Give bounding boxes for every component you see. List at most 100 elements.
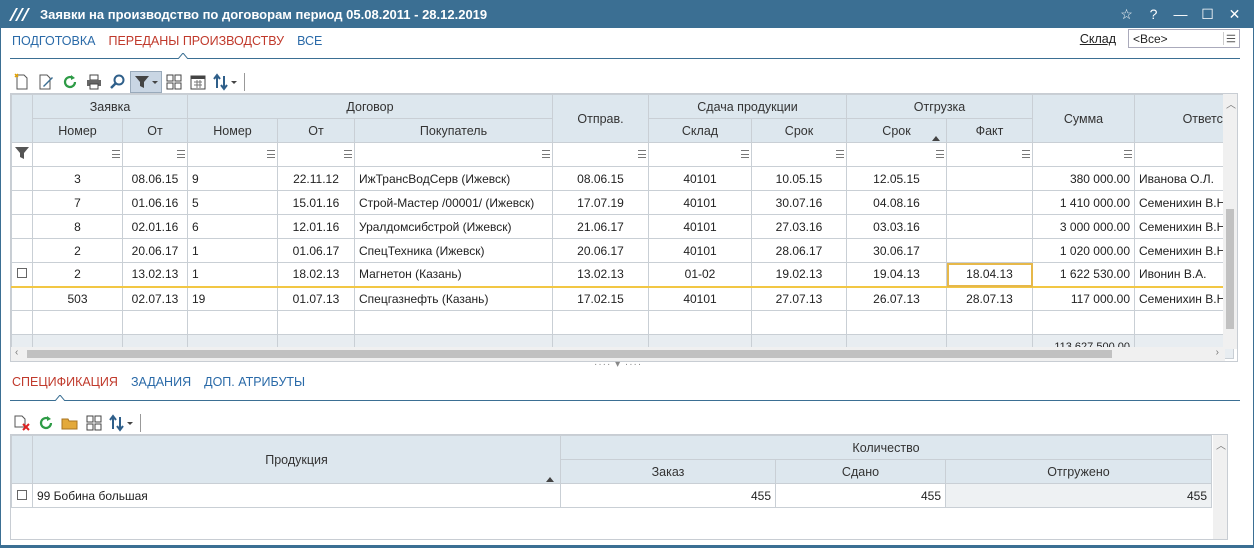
cell-summa[interactable]: 117 000.00 bbox=[1032, 286, 1135, 311]
filter-z-nomer[interactable] bbox=[32, 142, 123, 167]
cell-pokupatel[interactable]: Спецгазнефть (Казань) bbox=[354, 286, 553, 311]
close-icon[interactable]: ✕ bbox=[1221, 0, 1248, 28]
cell-summa[interactable]: 380 000.00 bbox=[1032, 166, 1135, 191]
row-marker-cell[interactable] bbox=[11, 262, 33, 288]
cell-z-ot[interactable]: 01.06.16 bbox=[122, 190, 188, 215]
row-marker-cell[interactable] bbox=[11, 190, 33, 215]
cell-o-srok[interactable]: 03.03.16 bbox=[846, 214, 947, 239]
scroll-up-icon[interactable]: ︿ bbox=[1216, 437, 1226, 452]
table-row[interactable]: 8 02.01.16 6 12.01.16 Уралдомсибстрой (Ижевс… bbox=[11, 214, 1234, 239]
header-otvet[interactable]: Ответст bbox=[1134, 94, 1234, 143]
filter-menu-icon[interactable] bbox=[344, 150, 352, 158]
scroll-left-icon[interactable]: ‹ bbox=[15, 347, 18, 358]
header-summa[interactable]: Сумма bbox=[1032, 94, 1135, 143]
cell-otvet[interactable]: Семенихин В.Н. bbox=[1134, 190, 1234, 215]
filter-summa[interactable] bbox=[1032, 142, 1135, 167]
cell-z-nomer[interactable]: 8 bbox=[32, 214, 123, 239]
cell-o-fakt[interactable]: 18.04.13 bbox=[946, 262, 1033, 288]
header-sdano[interactable]: Сдано bbox=[775, 459, 946, 484]
cell-d-nomer[interactable]: 5 bbox=[187, 190, 278, 215]
cell-o-srok[interactable]: 26.07.13 bbox=[846, 286, 947, 311]
cell-z-ot[interactable]: 13.02.13 bbox=[122, 262, 188, 288]
cell-d-nomer[interactable]: 19 bbox=[187, 286, 278, 311]
refresh-icon[interactable] bbox=[34, 412, 58, 434]
filter-d-nomer[interactable] bbox=[187, 142, 278, 167]
cell-o-fakt[interactable]: 28.07.13 bbox=[946, 286, 1033, 311]
sort-icon[interactable] bbox=[106, 412, 136, 434]
filter-menu-icon[interactable] bbox=[177, 150, 185, 158]
filter-d-ot[interactable] bbox=[277, 142, 355, 167]
tab-dop-atributy[interactable]: ДОП. АТРИБУТЫ bbox=[204, 375, 305, 389]
cell-otgruzheno[interactable]: 455 bbox=[945, 483, 1212, 508]
scroll-up-icon[interactable]: ︿ bbox=[1226, 96, 1236, 111]
header-d-nomer[interactable]: Номер bbox=[187, 118, 278, 143]
tab-peredany[interactable]: ПЕРЕДАНЫ ПРОИЗВОДСТВУ bbox=[108, 34, 284, 48]
cell-srok[interactable]: 19.02.13 bbox=[751, 262, 847, 288]
cell-summa[interactable]: 3 000 000.00 bbox=[1032, 214, 1135, 239]
cell-summa[interactable]: 1 622 530.00 bbox=[1032, 262, 1135, 288]
search-icon[interactable] bbox=[106, 71, 130, 93]
cell-pokupatel[interactable]: Уралдомсибстрой (Ижевск) bbox=[354, 214, 553, 239]
table-row[interactable]: 2 20.06.17 1 01.06.17 СпецТехника (Ижевск) 20… bbox=[11, 238, 1234, 263]
header-z-ot[interactable]: От bbox=[122, 118, 188, 143]
cell-o-srok[interactable]: 19.04.13 bbox=[846, 262, 947, 288]
cell-sdano[interactable]: 455 bbox=[775, 483, 946, 508]
filter-menu-icon[interactable] bbox=[112, 150, 120, 158]
header-s-srok[interactable]: Срок bbox=[751, 118, 847, 143]
cell-o-srok[interactable]: 12.05.15 bbox=[846, 166, 947, 191]
list-icon[interactable] bbox=[1223, 32, 1237, 45]
cell-o-srok[interactable]: 30.06.17 bbox=[846, 238, 947, 263]
tab-podgotovka[interactable]: ПОДГОТОВКА bbox=[12, 34, 95, 48]
cell-o-srok[interactable]: 04.08.16 bbox=[846, 190, 947, 215]
scroll-thumb[interactable] bbox=[27, 350, 1112, 358]
table-row[interactable]: 99 Бобина большая 455 455 455 bbox=[11, 483, 1212, 508]
row-marker-cell[interactable] bbox=[11, 166, 33, 191]
header-pokupatel[interactable]: Покупатель bbox=[354, 118, 553, 143]
group-icon[interactable] bbox=[162, 71, 186, 93]
cell-o-fakt[interactable] bbox=[946, 238, 1033, 263]
cell-d-nomer[interactable]: 1 bbox=[187, 262, 278, 288]
cell-d-nomer[interactable]: 9 bbox=[187, 166, 278, 191]
cell-sklad[interactable]: 01-02 bbox=[648, 262, 752, 288]
cell-zakaz[interactable]: 455 bbox=[560, 483, 776, 508]
edit-doc-icon[interactable] bbox=[34, 71, 58, 93]
cell-d-ot[interactable]: 01.07.13 bbox=[277, 286, 355, 311]
row-marker-cell[interactable] bbox=[11, 286, 33, 311]
cell-o-fakt[interactable] bbox=[946, 166, 1033, 191]
cell-pokupatel[interactable]: Строй-Мастер /00001/ (Ижевск) bbox=[354, 190, 553, 215]
filter-menu-icon[interactable] bbox=[638, 150, 646, 158]
spec-vertical-scrollbar[interactable]: ︿ bbox=[1213, 435, 1227, 539]
cell-otprav[interactable]: 08.06.15 bbox=[552, 166, 649, 191]
header-o-srok[interactable]: Срок bbox=[846, 118, 947, 143]
cell-produkciya[interactable]: 99 Бобина большая bbox=[32, 483, 561, 508]
filter-otvet[interactable] bbox=[1134, 142, 1234, 167]
filter-otprav[interactable] bbox=[552, 142, 649, 167]
cell-sklad[interactable]: 40101 bbox=[648, 166, 752, 191]
cell-srok[interactable]: 27.03.16 bbox=[751, 214, 847, 239]
cell-z-nomer[interactable]: 2 bbox=[32, 262, 123, 288]
filter-menu-icon[interactable] bbox=[542, 150, 550, 158]
panel-splitter[interactable]: ···· ▾ ···· bbox=[594, 359, 642, 370]
favorite-icon[interactable]: ☆ bbox=[1113, 0, 1140, 28]
cell-d-ot[interactable]: 18.02.13 bbox=[277, 262, 355, 288]
sort-icon[interactable] bbox=[210, 71, 240, 93]
grid-vertical-scrollbar[interactable]: ︿ bbox=[1223, 94, 1237, 349]
table-row[interactable]: 3 08.06.15 9 22.11.12 ИжТрансВодСерв (Ижевск… bbox=[11, 166, 1234, 191]
group-icon[interactable] bbox=[82, 412, 106, 434]
print-icon[interactable] bbox=[82, 71, 106, 93]
cell-srok[interactable]: 10.05.15 bbox=[751, 166, 847, 191]
cell-otprav[interactable]: 13.02.13 bbox=[552, 262, 649, 288]
cell-otvet[interactable]: Ивонин В.А. bbox=[1134, 262, 1234, 288]
filter-o-fakt[interactable] bbox=[946, 142, 1033, 167]
row-checkbox[interactable] bbox=[17, 268, 27, 279]
cell-otprav[interactable]: 17.02.15 bbox=[552, 286, 649, 311]
table-row[interactable]: 2 13.02.13 1 18.02.13 Магнетон (Казань) 13.02… bbox=[11, 262, 1234, 288]
cell-pokupatel[interactable]: СпецТехника (Ижевск) bbox=[354, 238, 553, 263]
cell-otprav[interactable]: 17.07.19 bbox=[552, 190, 649, 215]
cell-z-ot[interactable]: 20.06.17 bbox=[122, 238, 188, 263]
row-checkbox-cell[interactable] bbox=[11, 483, 33, 508]
filter-icon[interactable] bbox=[130, 71, 162, 93]
help-icon[interactable]: ? bbox=[1140, 0, 1167, 28]
filter-menu-icon[interactable] bbox=[1022, 150, 1030, 158]
cell-d-ot[interactable]: 01.06.17 bbox=[277, 238, 355, 263]
